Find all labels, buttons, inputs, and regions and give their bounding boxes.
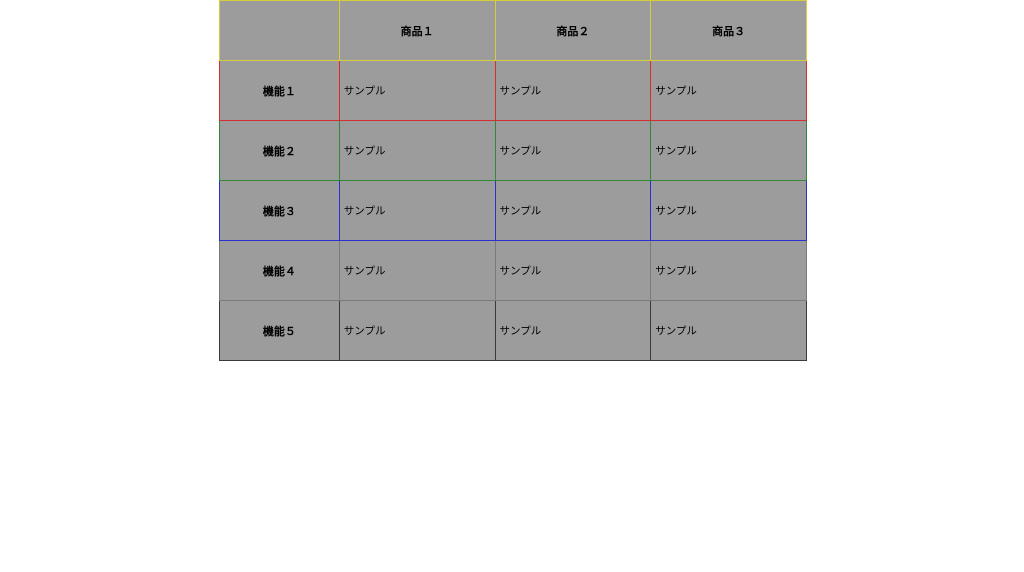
table-cell: サンプル — [339, 181, 495, 241]
table-cell: サンプル — [651, 61, 807, 121]
row-label: 機能５ — [220, 301, 340, 361]
table-row: 機能１ サンプル サンプル サンプル — [220, 61, 807, 121]
table-cell: サンプル — [495, 241, 651, 301]
table-cell: サンプル — [339, 61, 495, 121]
comparison-table: 商品１ 商品２ 商品３ 機能１ サンプル サンプル サンプル 機能２ サンプル … — [219, 0, 807, 361]
column-header: 商品１ — [339, 1, 495, 61]
table-row: 機能４ サンプル サンプル サンプル — [220, 241, 807, 301]
table-cell: サンプル — [495, 121, 651, 181]
row-label: 機能１ — [220, 61, 340, 121]
table-cell: サンプル — [651, 121, 807, 181]
table-row: 機能５ サンプル サンプル サンプル — [220, 301, 807, 361]
table-cell: サンプル — [651, 301, 807, 361]
table-cell: サンプル — [339, 241, 495, 301]
table-row: 機能２ サンプル サンプル サンプル — [220, 121, 807, 181]
table-cell: サンプル — [495, 61, 651, 121]
table-cell: サンプル — [495, 301, 651, 361]
table-row: 機能３ サンプル サンプル サンプル — [220, 181, 807, 241]
table-cell: サンプル — [495, 181, 651, 241]
table-cell: サンプル — [339, 121, 495, 181]
row-label: 機能４ — [220, 241, 340, 301]
table-header-row: 商品１ 商品２ 商品３ — [220, 1, 807, 61]
column-header: 商品３ — [651, 1, 807, 61]
table-cell: サンプル — [651, 181, 807, 241]
table: 商品１ 商品２ 商品３ 機能１ サンプル サンプル サンプル 機能２ サンプル … — [219, 0, 807, 361]
header-empty-cell — [220, 1, 340, 61]
table-cell: サンプル — [339, 301, 495, 361]
row-label: 機能３ — [220, 181, 340, 241]
table-cell: サンプル — [651, 241, 807, 301]
column-header: 商品２ — [495, 1, 651, 61]
row-label: 機能２ — [220, 121, 340, 181]
